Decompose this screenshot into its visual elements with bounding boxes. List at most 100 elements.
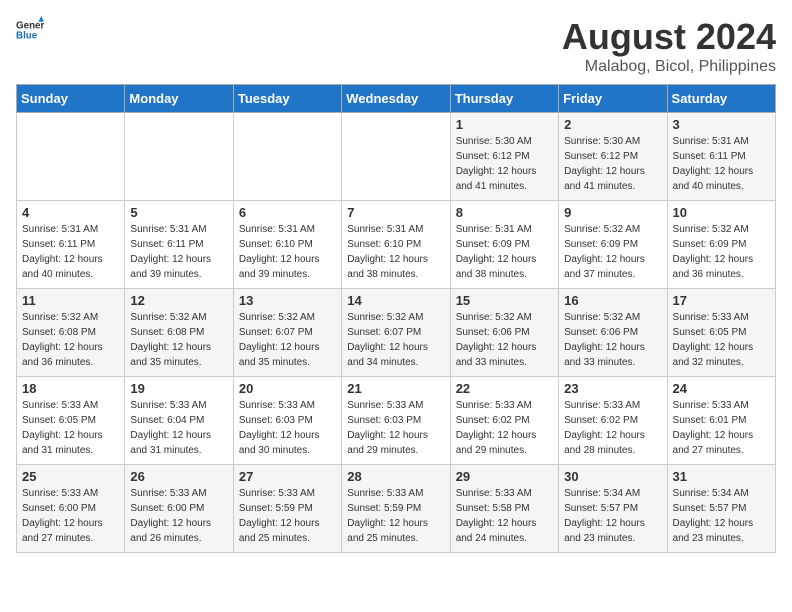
svg-text:Blue: Blue [16, 30, 38, 41]
calendar-cell [342, 113, 450, 201]
day-info: Sunrise: 5:32 AM Sunset: 6:07 PM Dayligh… [347, 310, 444, 370]
calendar-cell: 26 Sunrise: 5:33 AM Sunset: 6:00 PM Dayli… [125, 465, 233, 553]
day-number: 16 [564, 293, 661, 308]
week-row-5: 25 Sunrise: 5:33 AM Sunset: 6:00 PM Dayli… [17, 465, 776, 553]
day-info: Sunrise: 5:32 AM Sunset: 6:09 PM Dayligh… [564, 222, 661, 282]
day-info: Sunrise: 5:30 AM Sunset: 6:12 PM Dayligh… [456, 134, 553, 194]
day-header-sunday: Sunday [17, 85, 125, 113]
day-number: 18 [22, 381, 119, 396]
day-info: Sunrise: 5:34 AM Sunset: 5:57 PM Dayligh… [564, 486, 661, 546]
calendar-cell: 25Sunrise: 5:33 AM Sunset: 6:00 PM Dayli… [17, 465, 125, 553]
week-row-4: 18 Sunrise: 5:33 AM Sunset: 6:05 PM Dayli… [17, 377, 776, 465]
day-info: Sunrise: 5:32 AM Sunset: 6:08 PM Dayligh… [130, 310, 227, 370]
calendar-cell: 2 Sunrise: 5:30 AM Sunset: 6:12 PM Daylig… [559, 113, 667, 201]
day-info: Sunrise: 5:33 AM Sunset: 6:03 PM Dayligh… [239, 398, 336, 458]
calendar-cell: 22 Sunrise: 5:33 AM Sunset: 6:02 PM Dayli… [450, 377, 558, 465]
day-info: Sunrise: 5:31 AM Sunset: 6:10 PM Dayligh… [239, 222, 336, 282]
day-number: 23 [564, 381, 661, 396]
calendar-cell: 18 Sunrise: 5:33 AM Sunset: 6:05 PM Dayli… [17, 377, 125, 465]
calendar-cell: 1Sunrise: 5:30 AM Sunset: 6:12 PM Daylig… [450, 113, 558, 201]
day-info: Sunrise: 5:32 AM Sunset: 6:07 PM Dayligh… [239, 310, 336, 370]
day-number: 12 [130, 293, 227, 308]
calendar-cell: 28 Sunrise: 5:33 AM Sunset: 5:59 PM Dayli… [342, 465, 450, 553]
calendar-cell: 19Sunrise: 5:33 AM Sunset: 6:04 PM Dayli… [125, 377, 233, 465]
day-info: Sunrise: 5:32 AM Sunset: 6:06 PM Dayligh… [456, 310, 553, 370]
day-number: 2 [564, 117, 661, 132]
day-info: Sunrise: 5:32 AM Sunset: 6:06 PM Dayligh… [564, 310, 661, 370]
day-info: Sunrise: 5:31 AM Sunset: 6:09 PM Dayligh… [456, 222, 553, 282]
calendar-cell: 20Sunrise: 5:33 AM Sunset: 6:03 PM Dayli… [233, 377, 341, 465]
day-number: 9 [564, 205, 661, 220]
day-info: Sunrise: 5:30 AM Sunset: 6:12 PM Dayligh… [564, 134, 661, 194]
calendar-title: August 2024 [562, 16, 776, 58]
day-info: Sunrise: 5:33 AM Sunset: 5:59 PM Dayligh… [239, 486, 336, 546]
day-info: Sunrise: 5:34 AM Sunset: 5:57 PM Dayligh… [673, 486, 770, 546]
calendar-subtitle: Malabog, Bicol, Philippines [562, 58, 776, 76]
day-info: Sunrise: 5:31 AM Sunset: 6:11 PM Dayligh… [130, 222, 227, 282]
calendar-cell [125, 113, 233, 201]
day-number: 6 [239, 205, 336, 220]
day-number: 11 [22, 293, 119, 308]
day-number: 22 [456, 381, 553, 396]
day-info: Sunrise: 5:32 AM Sunset: 6:09 PM Dayligh… [673, 222, 770, 282]
calendar-table: SundayMondayTuesdayWednesdayThursdayFrid… [16, 84, 776, 553]
calendar-cell: 4Sunrise: 5:31 AM Sunset: 6:11 PM Daylig… [17, 201, 125, 289]
day-info: Sunrise: 5:33 AM Sunset: 6:05 PM Dayligh… [22, 398, 119, 458]
logo-icon: General Blue [16, 16, 44, 44]
week-row-2: 4Sunrise: 5:31 AM Sunset: 6:11 PM Daylig… [17, 201, 776, 289]
day-info: Sunrise: 5:31 AM Sunset: 6:10 PM Dayligh… [347, 222, 444, 282]
day-header-wednesday: Wednesday [342, 85, 450, 113]
day-number: 21 [347, 381, 444, 396]
calendar-cell [17, 113, 125, 201]
week-row-1: 1Sunrise: 5:30 AM Sunset: 6:12 PM Daylig… [17, 113, 776, 201]
calendar-cell: 17Sunrise: 5:33 AM Sunset: 6:05 PM Dayli… [667, 289, 775, 377]
day-number: 8 [456, 205, 553, 220]
day-number: 15 [456, 293, 553, 308]
logo: General Blue [16, 16, 44, 44]
calendar-cell: 30 Sunrise: 5:34 AM Sunset: 5:57 PM Dayli… [559, 465, 667, 553]
day-header-saturday: Saturday [667, 85, 775, 113]
day-header-thursday: Thursday [450, 85, 558, 113]
day-info: Sunrise: 5:32 AM Sunset: 6:08 PM Dayligh… [22, 310, 119, 370]
calendar-cell: 14Sunrise: 5:32 AM Sunset: 6:07 PM Dayli… [342, 289, 450, 377]
day-number: 31 [673, 469, 770, 484]
calendar-cell: 27Sunrise: 5:33 AM Sunset: 5:59 PM Dayli… [233, 465, 341, 553]
day-number: 25 [22, 469, 119, 484]
calendar-cell: 9 Sunrise: 5:32 AM Sunset: 6:09 PM Daylig… [559, 201, 667, 289]
title-block: August 2024 Malabog, Bicol, Philippines [562, 16, 776, 76]
calendar-cell: 6 Sunrise: 5:31 AM Sunset: 6:10 PM Daylig… [233, 201, 341, 289]
day-info: Sunrise: 5:31 AM Sunset: 6:11 PM Dayligh… [22, 222, 119, 282]
days-header-row: SundayMondayTuesdayWednesdayThursdayFrid… [17, 85, 776, 113]
day-number: 28 [347, 469, 444, 484]
calendar-cell: 13 Sunrise: 5:32 AM Sunset: 6:07 PM Dayli… [233, 289, 341, 377]
calendar-cell: 23 Sunrise: 5:33 AM Sunset: 6:02 PM Dayli… [559, 377, 667, 465]
calendar-cell: 31 Sunrise: 5:34 AM Sunset: 5:57 PM Dayli… [667, 465, 775, 553]
day-number: 26 [130, 469, 227, 484]
day-number: 7 [347, 205, 444, 220]
calendar-cell: 24Sunrise: 5:33 AM Sunset: 6:01 PM Dayli… [667, 377, 775, 465]
page-header: General Blue August 2024 Malabog, Bicol,… [16, 16, 776, 76]
day-info: Sunrise: 5:33 AM Sunset: 5:59 PM Dayligh… [347, 486, 444, 546]
week-row-3: 11 Sunrise: 5:32 AM Sunset: 6:08 PM Dayli… [17, 289, 776, 377]
day-info: Sunrise: 5:33 AM Sunset: 6:02 PM Dayligh… [456, 398, 553, 458]
day-number: 3 [673, 117, 770, 132]
calendar-cell: 21 Sunrise: 5:33 AM Sunset: 6:03 PM Dayli… [342, 377, 450, 465]
calendar-cell: 5Sunrise: 5:31 AM Sunset: 6:11 PM Daylig… [125, 201, 233, 289]
day-info: Sunrise: 5:33 AM Sunset: 6:03 PM Dayligh… [347, 398, 444, 458]
day-header-friday: Friday [559, 85, 667, 113]
day-info: Sunrise: 5:33 AM Sunset: 6:05 PM Dayligh… [673, 310, 770, 370]
calendar-cell: 8 Sunrise: 5:31 AM Sunset: 6:09 PM Daylig… [450, 201, 558, 289]
day-number: 30 [564, 469, 661, 484]
calendar-cell: 11 Sunrise: 5:32 AM Sunset: 6:08 PM Dayli… [17, 289, 125, 377]
day-info: Sunrise: 5:33 AM Sunset: 6:00 PM Dayligh… [130, 486, 227, 546]
day-number: 29 [456, 469, 553, 484]
day-number: 24 [673, 381, 770, 396]
calendar-cell [233, 113, 341, 201]
calendar-cell: 16 Sunrise: 5:32 AM Sunset: 6:06 PM Dayli… [559, 289, 667, 377]
day-number: 10 [673, 205, 770, 220]
day-number: 13 [239, 293, 336, 308]
day-info: Sunrise: 5:33 AM Sunset: 6:02 PM Dayligh… [564, 398, 661, 458]
calendar-cell: 3Sunrise: 5:31 AM Sunset: 6:11 PM Daylig… [667, 113, 775, 201]
calendar-cell: 7 Sunrise: 5:31 AM Sunset: 6:10 PM Daylig… [342, 201, 450, 289]
day-header-tuesday: Tuesday [233, 85, 341, 113]
